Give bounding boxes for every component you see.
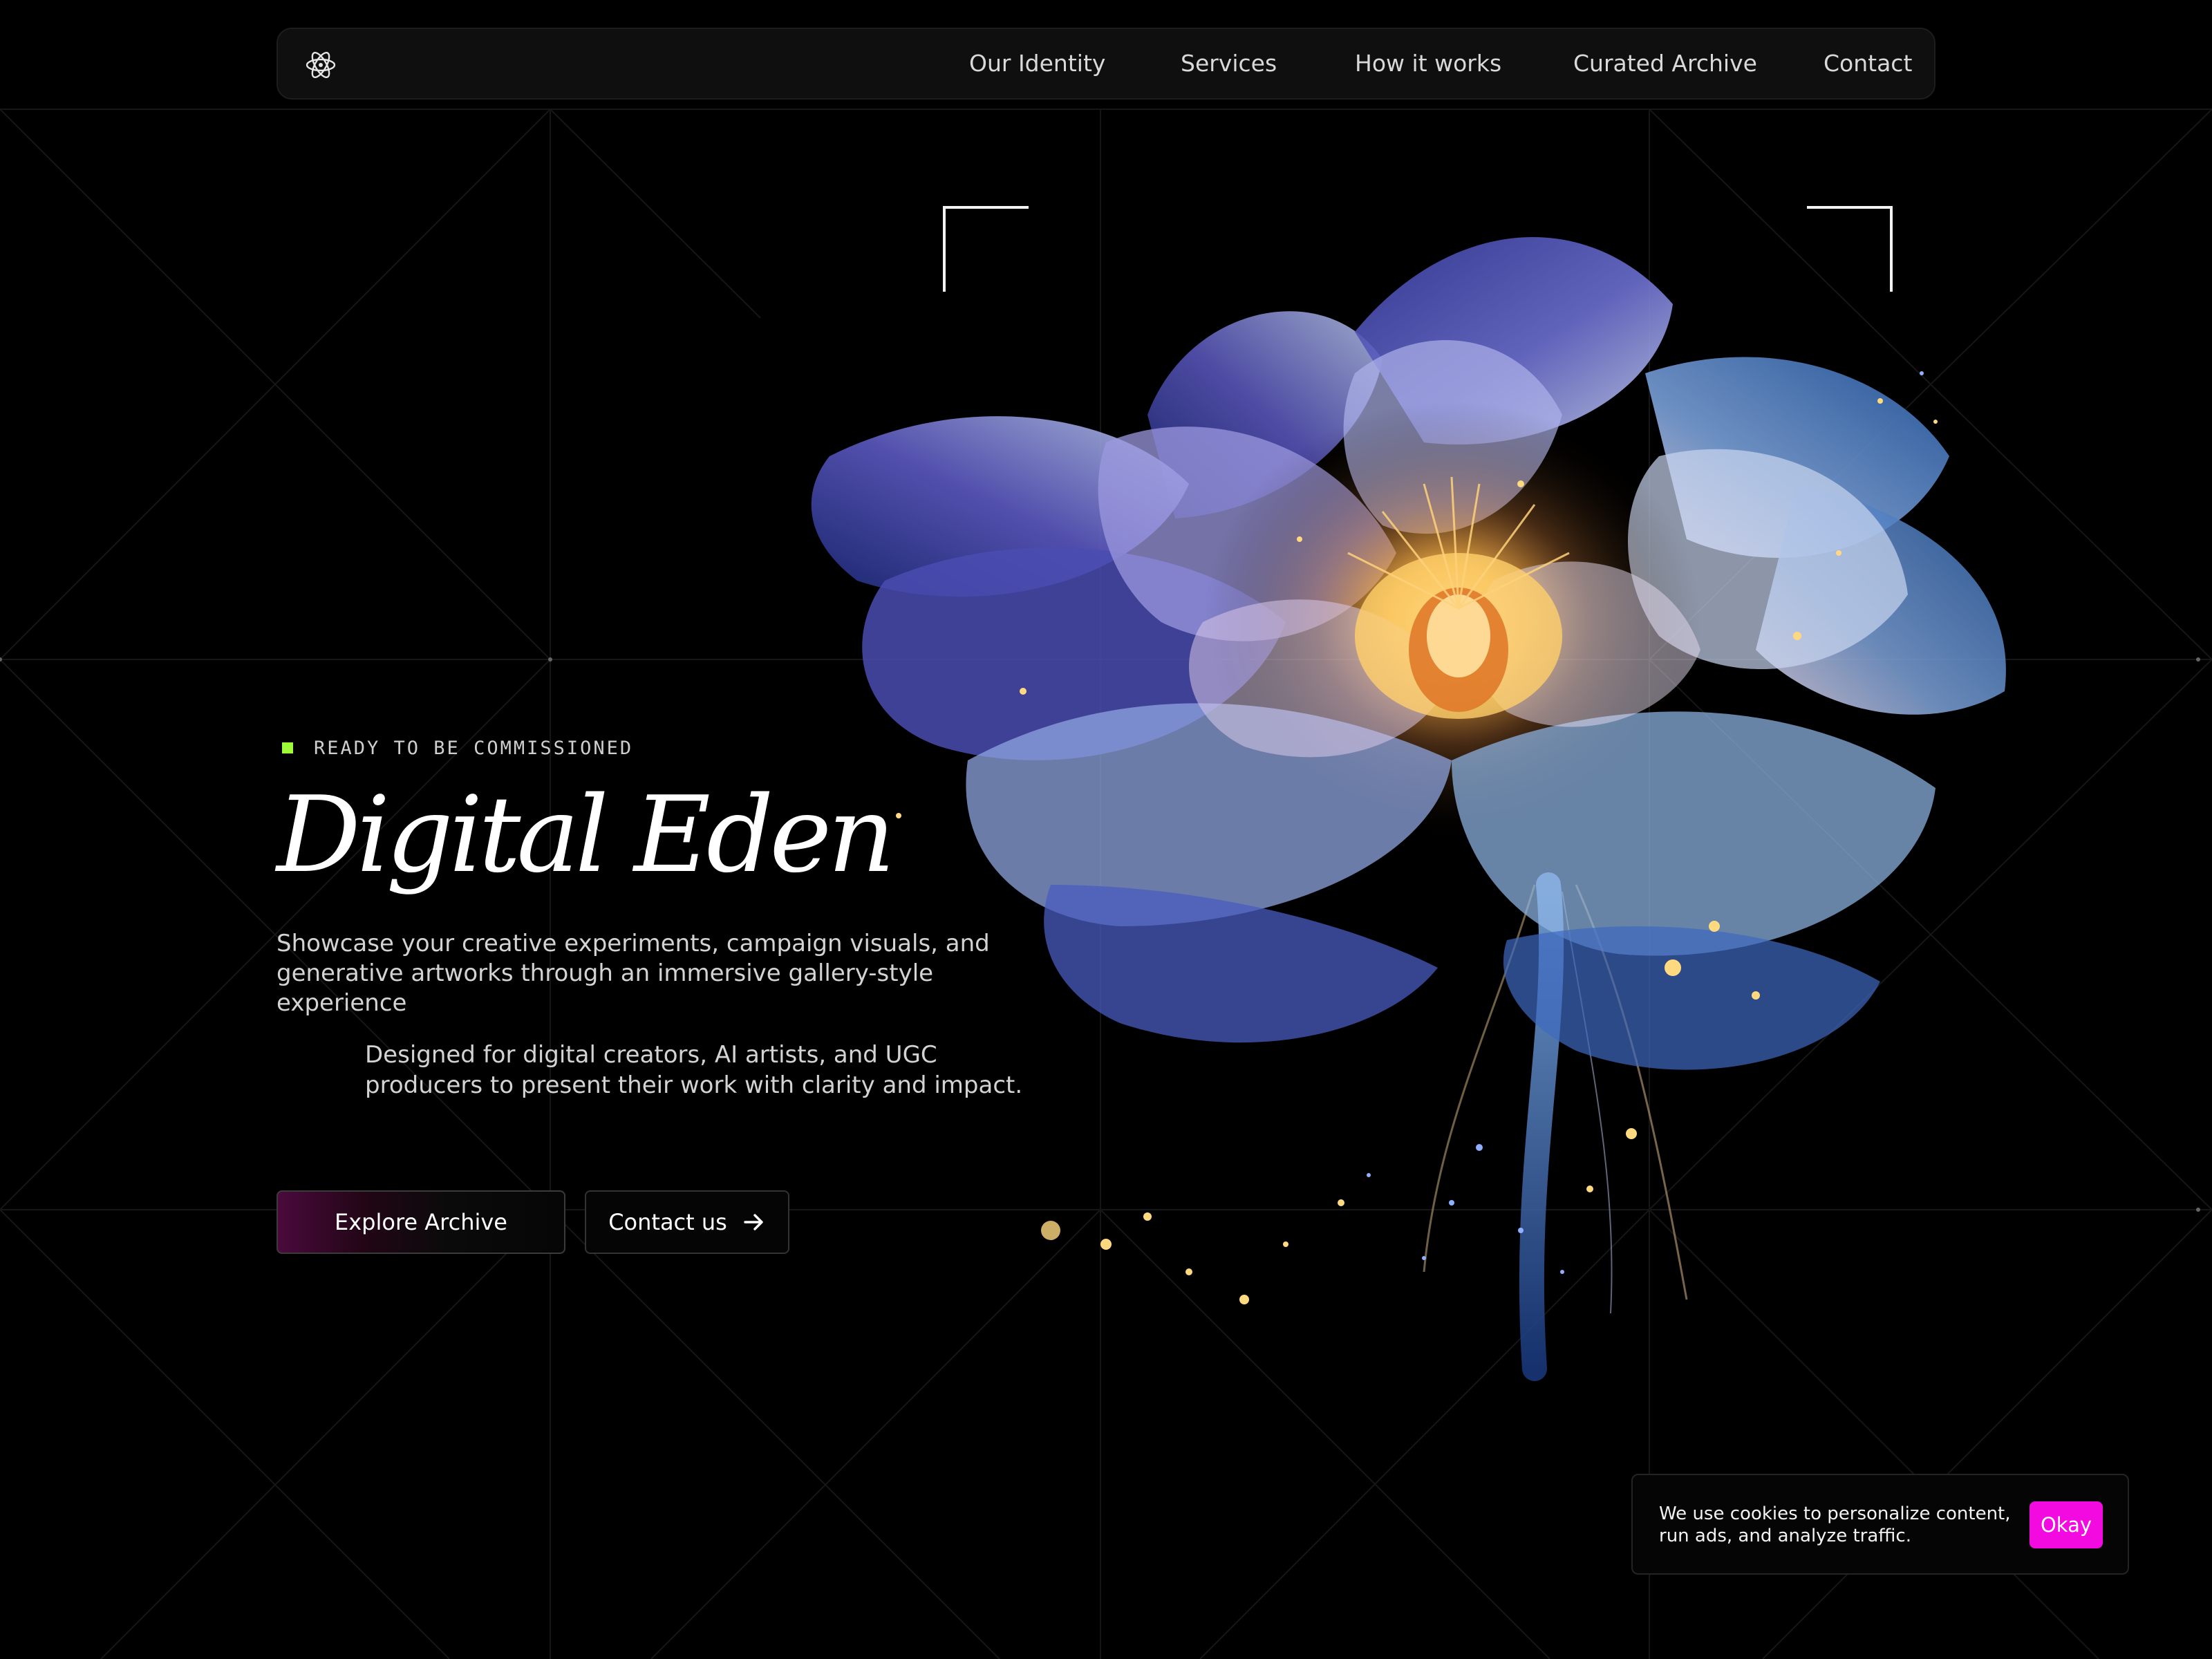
nav-link-how-it-works[interactable]: How it works [1355,50,1501,77]
cookie-text: We use cookies to personalize content, r… [1659,1503,2011,1546]
corner-bracket-left [943,206,1029,292]
status-indicator: READY TO BE COMMISSIONED [282,735,633,760]
hero-title: Digital Eden [276,774,895,896]
cookie-okay-button[interactable]: Okay [2030,1501,2103,1548]
status-dot [282,742,293,753]
arrow-right-icon [744,1214,763,1230]
nav-link-contact[interactable]: Contact [1824,50,1912,77]
explore-archive-button[interactable]: Explore Archive [276,1190,565,1254]
hero-flower-artwork [811,236,2006,1381]
top-navigation: Our Identity Services How it works Curat… [276,28,1936,100]
nav-link-our-identity[interactable]: Our Identity [969,50,1105,77]
cookie-banner: We use cookies to personalize content, r… [1631,1474,2129,1575]
atom-icon[interactable] [304,48,337,82]
nav-link-services[interactable]: Services [1181,50,1277,77]
explore-archive-label: Explore Archive [335,1209,507,1235]
contact-us-button[interactable]: Contact us [585,1190,789,1254]
contact-us-label: Contact us [608,1209,727,1235]
nav-link-curated-archive[interactable]: Curated Archive [1573,50,1757,77]
status-text: READY TO BE COMMISSIONED [314,737,634,759]
hero-description: Showcase your creative experiments, camp… [276,930,990,1017]
hero-sub-description: Designed for digital creators, AI artist… [365,1041,1023,1099]
corner-bracket-right [1807,206,1893,292]
